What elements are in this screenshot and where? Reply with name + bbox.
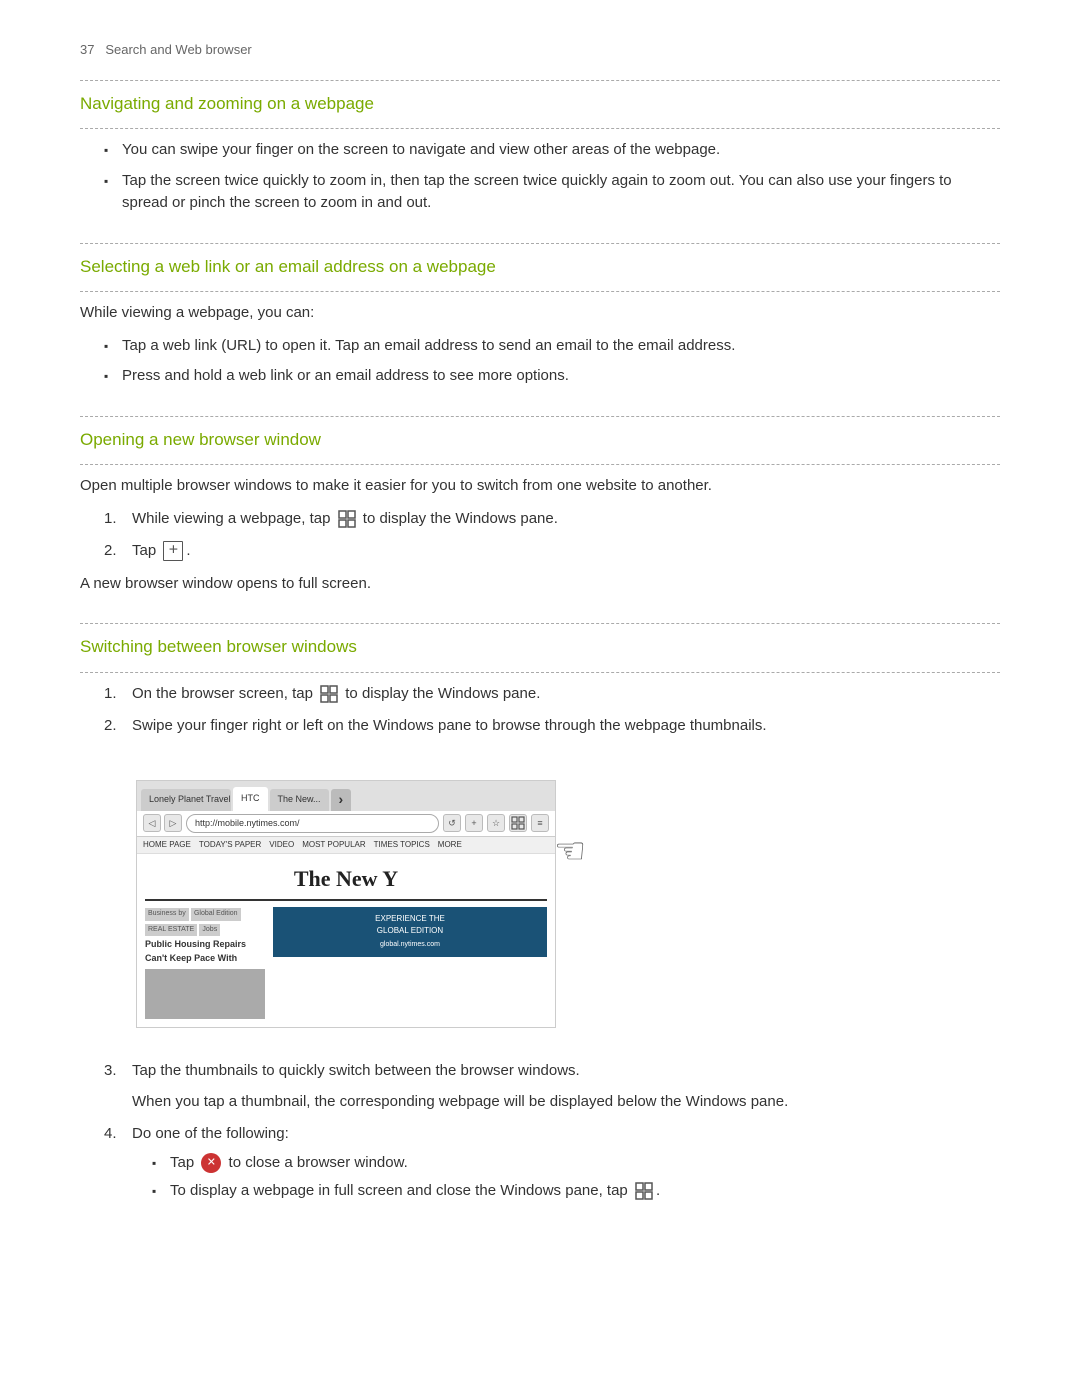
section-divider-bottom bbox=[80, 464, 1000, 465]
browser-articles: Business by Global Edition REAL ESTATE J… bbox=[145, 907, 547, 1019]
list-item: 2. Tap . bbox=[104, 540, 1000, 563]
section-divider bbox=[80, 80, 1000, 81]
page-number: 37 bbox=[80, 42, 94, 57]
menu-item: MORE bbox=[438, 839, 462, 851]
section-title-opening: Opening a new browser window bbox=[80, 427, 1000, 453]
plus-icon bbox=[163, 541, 183, 561]
section-divider-bottom bbox=[80, 128, 1000, 129]
x-icon bbox=[201, 1153, 221, 1173]
section-divider-bottom bbox=[80, 672, 1000, 673]
page: 37 Search and Web browser Navigating and… bbox=[0, 0, 1080, 1397]
page-header: 37 Search and Web browser bbox=[80, 40, 1000, 60]
section-switching: Switching between browser windows 1. On … bbox=[80, 623, 1000, 1203]
menu-item: VIDEO bbox=[269, 839, 294, 851]
refresh-button: ↺ bbox=[443, 814, 461, 832]
switching-steps: 1. On the browser screen, tap to display… bbox=[80, 683, 1000, 738]
article-title: Public Housing Repairs Can't Keep Pace W… bbox=[145, 938, 265, 965]
list-item: Tap a web link (URL) to open it. Tap an … bbox=[104, 335, 1000, 358]
browser-tab-3: The New... bbox=[270, 789, 329, 811]
browser-tab-new: › bbox=[331, 789, 352, 811]
back-button: ◁ bbox=[143, 814, 161, 832]
opening-steps: 1. While viewing a webpage, tap to displ… bbox=[80, 508, 1000, 563]
opening-intro: Open multiple browser windows to make it… bbox=[80, 475, 1000, 498]
windows-icon bbox=[337, 509, 357, 529]
article-image bbox=[145, 969, 265, 1019]
windows-button bbox=[509, 814, 527, 832]
ad-content: EXPERIENCE THEGLOBAL EDITION global.nyti… bbox=[273, 907, 547, 957]
switching-step3: 3. Tap the thumbnails to quickly switch … bbox=[80, 1060, 1000, 1203]
menu-button: + bbox=[465, 814, 483, 832]
section-navigating: Navigating and zooming on a webpage You … bbox=[80, 80, 1000, 215]
list-item: Tap the screen twice quickly to zoom in,… bbox=[104, 170, 1000, 215]
list-item: Press and hold a web link or an email ad… bbox=[104, 365, 1000, 388]
list-item: 1. On the browser screen, tap to display… bbox=[104, 683, 1000, 706]
windows-icon-3 bbox=[634, 1181, 654, 1201]
section-divider bbox=[80, 243, 1000, 244]
browser-tab-active: HTC bbox=[233, 787, 268, 811]
menu-item: TODAY'S PAPER bbox=[199, 839, 261, 851]
list-item: Tap to close a browser window. bbox=[152, 1152, 1000, 1175]
site-name: The New Y bbox=[145, 862, 547, 901]
browser-screenshot-wrapper: Lonely Planet Travel Go... HTC The New..… bbox=[108, 764, 556, 1045]
settings-button: ≡ bbox=[531, 814, 549, 832]
article-left: Business by Global Edition REAL ESTATE J… bbox=[145, 907, 265, 1019]
list-item: 1. While viewing a webpage, tap to displ… bbox=[104, 508, 1000, 531]
opening-outro: A new browser window opens to full scree… bbox=[80, 573, 1000, 596]
browser-nav-buttons: ◁ ▷ bbox=[143, 814, 182, 832]
section-selecting: Selecting a web link or an email address… bbox=[80, 243, 1000, 388]
menu-item: TIMES TOPICS bbox=[374, 839, 430, 851]
section-opening: Opening a new browser window Open multip… bbox=[80, 416, 1000, 596]
browser-content: The New Y Business by Global Edition REA… bbox=[137, 854, 555, 1027]
ad-text: EXPERIENCE THEGLOBAL EDITION bbox=[279, 913, 541, 937]
bookmarks-button: ☆ bbox=[487, 814, 505, 832]
browser-address-bar: ◁ ▷ http://mobile.nytimes.com/ ↺ + ☆ bbox=[137, 811, 555, 838]
browser-tab: Lonely Planet Travel Go... bbox=[141, 789, 231, 811]
menu-item: HOME PAGE bbox=[143, 839, 191, 851]
forward-button: ▷ bbox=[164, 814, 182, 832]
hand-cursor-icon: ☞ bbox=[554, 824, 586, 878]
step4-bullets: Tap to close a browser window. To displa… bbox=[132, 1152, 1000, 1203]
list-item: To display a webpage in full screen and … bbox=[152, 1180, 1000, 1203]
list-item: 3. Tap the thumbnails to quickly switch … bbox=[104, 1060, 1000, 1113]
list-item: 2. Swipe your finger right or left on th… bbox=[104, 715, 1000, 738]
browser-tabs-bar: Lonely Planet Travel Go... HTC The New..… bbox=[137, 781, 555, 811]
selecting-bullets: Tap a web link (URL) to open it. Tap an … bbox=[80, 335, 1000, 388]
article-right: EXPERIENCE THEGLOBAL EDITION global.nyti… bbox=[273, 907, 547, 1019]
menu-item: MOST POPULAR bbox=[302, 839, 365, 851]
step3-detail: When you tap a thumbnail, the correspond… bbox=[132, 1091, 1000, 1114]
section-label: Search and Web browser bbox=[105, 42, 251, 57]
selecting-intro: While viewing a webpage, you can: bbox=[80, 302, 1000, 325]
section-divider-bottom bbox=[80, 291, 1000, 292]
windows-icon-2 bbox=[319, 684, 339, 704]
browser-menu-bar: HOME PAGE TODAY'S PAPER VIDEO MOST POPUL… bbox=[137, 837, 555, 854]
section-divider bbox=[80, 623, 1000, 624]
list-item: You can swipe your finger on the screen … bbox=[104, 139, 1000, 162]
ad-url: global.nytimes.com bbox=[279, 940, 541, 951]
section-divider bbox=[80, 416, 1000, 417]
address-input: http://mobile.nytimes.com/ bbox=[186, 814, 439, 834]
article-categories: Business by Global Edition REAL ESTATE J… bbox=[145, 907, 265, 938]
navigating-bullets: You can swipe your finger on the screen … bbox=[80, 139, 1000, 215]
section-title-selecting: Selecting a web link or an email address… bbox=[80, 254, 1000, 280]
browser-screenshot: Lonely Planet Travel Go... HTC The New..… bbox=[136, 780, 556, 1029]
section-title-switching: Switching between browser windows bbox=[80, 634, 1000, 660]
list-item: 4. Do one of the following: Tap to close… bbox=[104, 1123, 1000, 1203]
section-title-navigating: Navigating and zooming on a webpage bbox=[80, 91, 1000, 117]
